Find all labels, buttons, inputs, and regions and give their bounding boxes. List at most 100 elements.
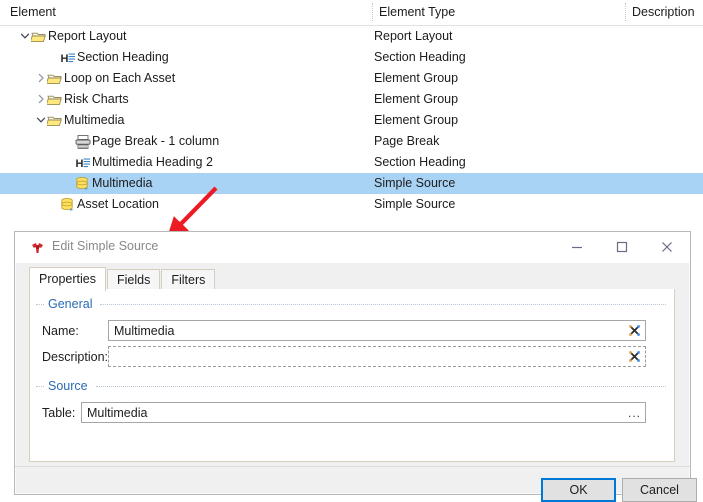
tab-fields[interactable]: Fields (106, 269, 161, 291)
column-header-element[interactable]: Element (10, 5, 56, 19)
tree-item-type: Page Break (374, 134, 440, 148)
tree-item-type: Section Heading (374, 50, 466, 64)
tree-item[interactable]: Multimedia (62, 173, 152, 194)
tree-item-label: Report Layout (48, 29, 127, 44)
tree-item-type: Section Heading (374, 155, 466, 169)
table-label: Table: (42, 406, 76, 420)
description-field[interactable] (108, 346, 646, 367)
tree-row[interactable]: Report Layout Report Layout (0, 26, 703, 47)
clear-description-button[interactable] (627, 349, 642, 364)
clear-icon (629, 351, 640, 362)
clear-icon (629, 325, 640, 336)
tree-item-label: Page Break - 1 column (92, 134, 220, 149)
tree-item-type: Element Group (374, 71, 459, 85)
close-button[interactable] (644, 232, 689, 262)
column-separator-1[interactable] (372, 3, 373, 21)
chevron-right-icon[interactable] (36, 73, 46, 83)
dialog-title: Edit Simple Source (52, 239, 159, 253)
simple-source-icon (76, 176, 89, 190)
dialog-tabstrip: Properties Fields Filters (29, 267, 216, 291)
tree-expander[interactable] (34, 110, 47, 131)
tree-row[interactable]: Multimedia Simple Source (0, 173, 703, 194)
chevron-down-icon[interactable] (20, 31, 30, 41)
ok-button[interactable]: OK (541, 478, 616, 502)
svg-text:H: H (76, 158, 84, 170)
table-input[interactable] (82, 403, 645, 422)
tree-item-label: Loop on Each Asset (64, 71, 176, 86)
tree-item-icon (75, 176, 92, 192)
source-group-line (96, 386, 666, 387)
tree-expander[interactable] (34, 68, 47, 89)
minimize-button[interactable] (554, 232, 599, 262)
tree-item[interactable]: Report Layout (18, 26, 127, 47)
properties-tab-page: General Name: Description: (29, 289, 675, 462)
section-heading-icon: H (76, 158, 90, 170)
application-icon (32, 243, 43, 253)
tab-properties[interactable]: Properties (29, 267, 106, 291)
tree-item-label: Multimedia (64, 113, 125, 128)
column-header-description[interactable]: Description (632, 5, 695, 19)
tree-item-label: Section Heading (77, 50, 169, 65)
svg-text:H: H (61, 53, 69, 65)
tab-filters[interactable]: Filters (161, 269, 216, 291)
tree-item-icon (45, 71, 64, 87)
edit-simple-source-dialog: Edit Simple Source Properties Fields Filte… (14, 231, 697, 502)
tree-row[interactable]: H Section Heading Section Heading (0, 47, 703, 68)
folder-open-icon (29, 32, 46, 42)
tree-expander[interactable] (18, 26, 31, 47)
column-separator-2[interactable] (625, 3, 626, 21)
simple-source-icon (61, 197, 74, 211)
tree-item-icon (75, 134, 92, 150)
tree-row-container: Report Layout Report Layout H Section Headi… (0, 26, 703, 215)
tree-row[interactable]: H Multimedia Heading 2 Section Heading (0, 152, 703, 173)
general-group-line-left (36, 304, 44, 305)
element-tree-panel: Element Element Type Description Report … (0, 0, 703, 228)
folder-open-icon (45, 74, 62, 84)
tree-item-label: Risk Charts (64, 92, 129, 107)
tree-item-icon (29, 29, 48, 45)
tree-row[interactable]: Page Break - 1 column Page Break (0, 131, 703, 152)
tree-item-icon (45, 113, 64, 129)
tree-item-icon (60, 197, 77, 213)
name-label: Name: (42, 324, 79, 338)
page-break-icon (75, 134, 91, 149)
cancel-button[interactable]: Cancel (622, 478, 697, 502)
tree-item-type: Report Layout (374, 29, 453, 43)
tree-item[interactable]: Asset Location (47, 194, 159, 215)
maximize-icon (616, 241, 627, 253)
general-group-label: General (48, 297, 93, 311)
name-field[interactable] (108, 320, 646, 341)
tree-item-type: Simple Source (374, 197, 456, 211)
chevron-right-icon[interactable] (36, 94, 46, 104)
minimize-icon (571, 246, 582, 249)
clear-name-button[interactable] (627, 323, 642, 338)
general-group-line (100, 304, 666, 305)
column-header-element-type[interactable]: Element Type (379, 5, 455, 19)
tree-expander[interactable] (34, 89, 47, 110)
tree-row[interactable]: Multimedia Element Group (0, 110, 703, 131)
tree-item[interactable]: Loop on Each Asset (34, 68, 175, 89)
table-field[interactable]: ... (81, 402, 646, 423)
description-input[interactable] (109, 347, 645, 366)
tree-item[interactable]: Risk Charts (34, 89, 129, 110)
chevron-down-icon[interactable] (36, 115, 46, 125)
tree-item[interactable]: Multimedia (34, 110, 124, 131)
maximize-button[interactable] (599, 232, 644, 262)
source-group-line-left (36, 386, 44, 387)
browse-table-button[interactable]: ... (626, 405, 643, 421)
folder-open-icon (45, 95, 62, 105)
tree-item-label: Multimedia Heading 2 (92, 155, 213, 170)
tree-row[interactable]: Risk Charts Element Group (0, 89, 703, 110)
tree-column-header: Element Element Type Description (0, 0, 703, 26)
tree-row[interactable]: Loop on Each Asset Element Group (0, 68, 703, 89)
tree-item[interactable]: H Multimedia Heading 2 (62, 152, 213, 173)
folder-open-icon (45, 116, 62, 126)
tree-item-type: Element Group (374, 113, 459, 127)
tree-row[interactable]: Asset Location Simple Source (0, 194, 703, 215)
dialog-title-bar[interactable]: Edit Simple Source (15, 232, 690, 263)
name-input[interactable] (109, 321, 645, 340)
tree-item[interactable]: H Section Heading (47, 47, 169, 68)
dialog-body: PropertiesFieldsFilters General Name: (15, 263, 697, 502)
tree-item-icon: H (75, 155, 92, 171)
tree-item[interactable]: Page Break - 1 column (62, 131, 219, 152)
